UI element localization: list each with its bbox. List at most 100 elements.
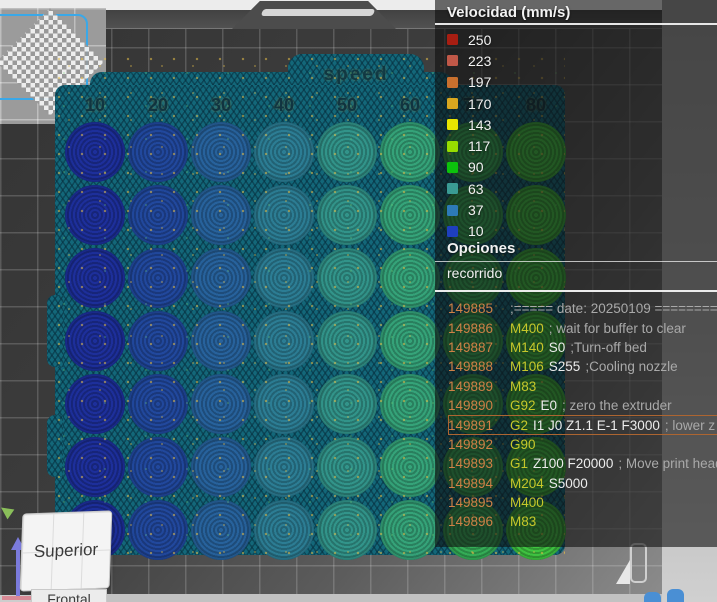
options-title: Opciones bbox=[447, 240, 516, 257]
gcode-line-number: 149887 bbox=[448, 339, 494, 355]
speed-test-circle bbox=[380, 500, 440, 560]
gcode-token-comment: ;Turn-off bed bbox=[570, 339, 647, 355]
speed-test-circle bbox=[128, 185, 188, 245]
gcode-token-comment: ; zero the extruder bbox=[562, 398, 672, 414]
legend-item: 37 bbox=[447, 199, 491, 220]
gcode-token-comment: ; lower z a bbox=[664, 417, 717, 433]
navcube-face-top[interactable]: Superior bbox=[20, 511, 112, 591]
gcode-token-param: Z100 F20000 bbox=[533, 456, 614, 472]
gcode-line-number: 149895 bbox=[448, 495, 494, 511]
gcode-token-cmd: M83 bbox=[510, 514, 537, 530]
speed-test-circle bbox=[317, 248, 377, 308]
plate-column-label: 20 bbox=[147, 95, 169, 115]
bottom-toolbar-icon[interactable] bbox=[667, 589, 684, 602]
gcode-line[interactable]: 149892 G90 bbox=[448, 435, 717, 454]
gcode-line[interactable]: 149887 M140 S0 ;Turn-off bed bbox=[448, 338, 717, 357]
legend-title: Velocidad (mm/s) bbox=[447, 4, 571, 21]
gcode-line[interactable]: 149889 M83 bbox=[448, 377, 717, 396]
gcode-line-text: G1 Z100 F20000; Move print head bbox=[510, 456, 717, 471]
orientation-navcube: Superior Frontal bbox=[0, 500, 115, 602]
print-speed-label: speed bbox=[323, 64, 389, 85]
gcode-token-cmd: G92 bbox=[510, 398, 536, 414]
gcode-token-cmd: G90 bbox=[510, 436, 536, 452]
gcode-line[interactable]: 149886 M400; wait for buffer to clear bbox=[448, 318, 717, 337]
gcode-token-param: S5000 bbox=[548, 475, 588, 491]
legend-item: 10 bbox=[447, 221, 491, 242]
gcode-token-param: S0 bbox=[548, 339, 566, 355]
speed-test-circle bbox=[128, 248, 188, 308]
navcube-face-front[interactable]: Frontal bbox=[32, 590, 106, 602]
legend-value: 250 bbox=[468, 31, 492, 48]
gcode-token-comment: ;Cooling nozzle bbox=[585, 359, 678, 375]
legend-value: 10 bbox=[468, 223, 484, 240]
speed-test-circle bbox=[128, 437, 188, 497]
plate-column-label: 60 bbox=[399, 95, 421, 115]
gcode-line-number: 149892 bbox=[448, 436, 494, 452]
z-axis-arrow-icon bbox=[16, 548, 20, 598]
speed-test-circle bbox=[317, 374, 377, 434]
gcode-line[interactable]: 149888 M106 S255 ;Cooling nozzle bbox=[448, 357, 717, 376]
gcode-line-text: G2I1 J0 Z1.1 E-1 F3000; lower z a bbox=[510, 418, 717, 433]
gcode-line-text: M106 S255 ;Cooling nozzle bbox=[510, 359, 683, 374]
gcode-viewer: 149885 ;===== date: 20250109 ========== 14… bbox=[448, 299, 717, 532]
gcode-line[interactable]: 149896 M83 bbox=[448, 512, 717, 531]
speed-test-circle bbox=[380, 437, 440, 497]
gcode-line[interactable]: 149890 G92 E0; zero the extruder bbox=[448, 396, 717, 415]
speed-test-circle bbox=[128, 500, 188, 560]
option-recorrido[interactable]: recorrido bbox=[447, 265, 502, 281]
gcode-token-cmd: M400 bbox=[510, 320, 544, 336]
speed-test-circle bbox=[65, 437, 125, 497]
speed-test-circle bbox=[317, 500, 377, 560]
gcode-token-cmd: M204 bbox=[510, 475, 544, 491]
plate-column-label: 50 bbox=[336, 95, 358, 115]
speed-test-circle bbox=[128, 122, 188, 182]
speed-test-circle bbox=[317, 437, 377, 497]
gcode-line-number: 149891 bbox=[448, 417, 494, 433]
gcode-line[interactable]: 149885 ;===== date: 20250109 ========== bbox=[448, 299, 717, 318]
gcode-line-text: M204 S5000 bbox=[510, 476, 593, 491]
legend-color-swatch bbox=[447, 98, 458, 110]
gcode-token-param: I1 J0 Z1.1 E-1 F3000 bbox=[533, 417, 660, 433]
gcode-line[interactable]: 149895 M400 bbox=[448, 493, 717, 512]
speed-test-circle bbox=[191, 185, 251, 245]
legend-color-swatch bbox=[447, 204, 458, 216]
navcube-front-label: Frontal bbox=[47, 591, 91, 602]
legend-item: 223 bbox=[447, 50, 491, 71]
gcode-line-number: 149896 bbox=[448, 514, 494, 530]
gcode-line-text: M140 S0 ;Turn-off bed bbox=[510, 340, 652, 355]
gcode-line-selected[interactable]: 149891 G2I1 J0 Z1.1 E-1 F3000; lower z a bbox=[448, 415, 717, 435]
speed-test-circle bbox=[254, 500, 314, 560]
speed-test-circle bbox=[191, 248, 251, 308]
bed-clip bbox=[630, 543, 647, 583]
legend-color-swatch bbox=[447, 76, 458, 88]
gcode-line-number: 149890 bbox=[448, 398, 494, 414]
gcode-token-comment: ; Move print head bbox=[618, 456, 717, 472]
legend-item: 197 bbox=[447, 72, 491, 93]
gcode-line-number: 149894 bbox=[448, 475, 494, 491]
legend-value: 197 bbox=[468, 74, 492, 91]
legend-color-swatch bbox=[447, 119, 458, 131]
speed-test-circle bbox=[128, 311, 188, 371]
gcode-line-number: 149886 bbox=[448, 320, 494, 336]
speed-test-circle bbox=[380, 374, 440, 434]
bottom-toolbar-icon[interactable] bbox=[644, 592, 661, 602]
speed-test-circle bbox=[254, 122, 314, 182]
gcode-line-text: M400 bbox=[510, 495, 549, 510]
bed-front-edge bbox=[70, 594, 662, 602]
print-plate-left-tab bbox=[47, 415, 63, 477]
speed-test-circle bbox=[65, 122, 125, 182]
legend-value: 63 bbox=[468, 180, 484, 197]
speed-test-circle bbox=[254, 185, 314, 245]
gcode-line[interactable]: 149894 M204 S5000 bbox=[448, 474, 717, 493]
gcode-line-number: 149889 bbox=[448, 378, 494, 394]
legend-value: 90 bbox=[468, 159, 484, 176]
gcode-token-param: S255 bbox=[548, 359, 581, 375]
legend-item: 63 bbox=[447, 178, 491, 199]
legend-value: 143 bbox=[468, 116, 492, 133]
speed-test-circle bbox=[65, 374, 125, 434]
legend-item: 250 bbox=[447, 29, 491, 50]
legend-color-swatch bbox=[447, 225, 458, 237]
gcode-line[interactable]: 149893 G1 Z100 F20000; Move print head bbox=[448, 454, 717, 473]
gcode-token-cmd: G1 bbox=[510, 456, 529, 472]
speed-test-circle bbox=[65, 311, 125, 371]
